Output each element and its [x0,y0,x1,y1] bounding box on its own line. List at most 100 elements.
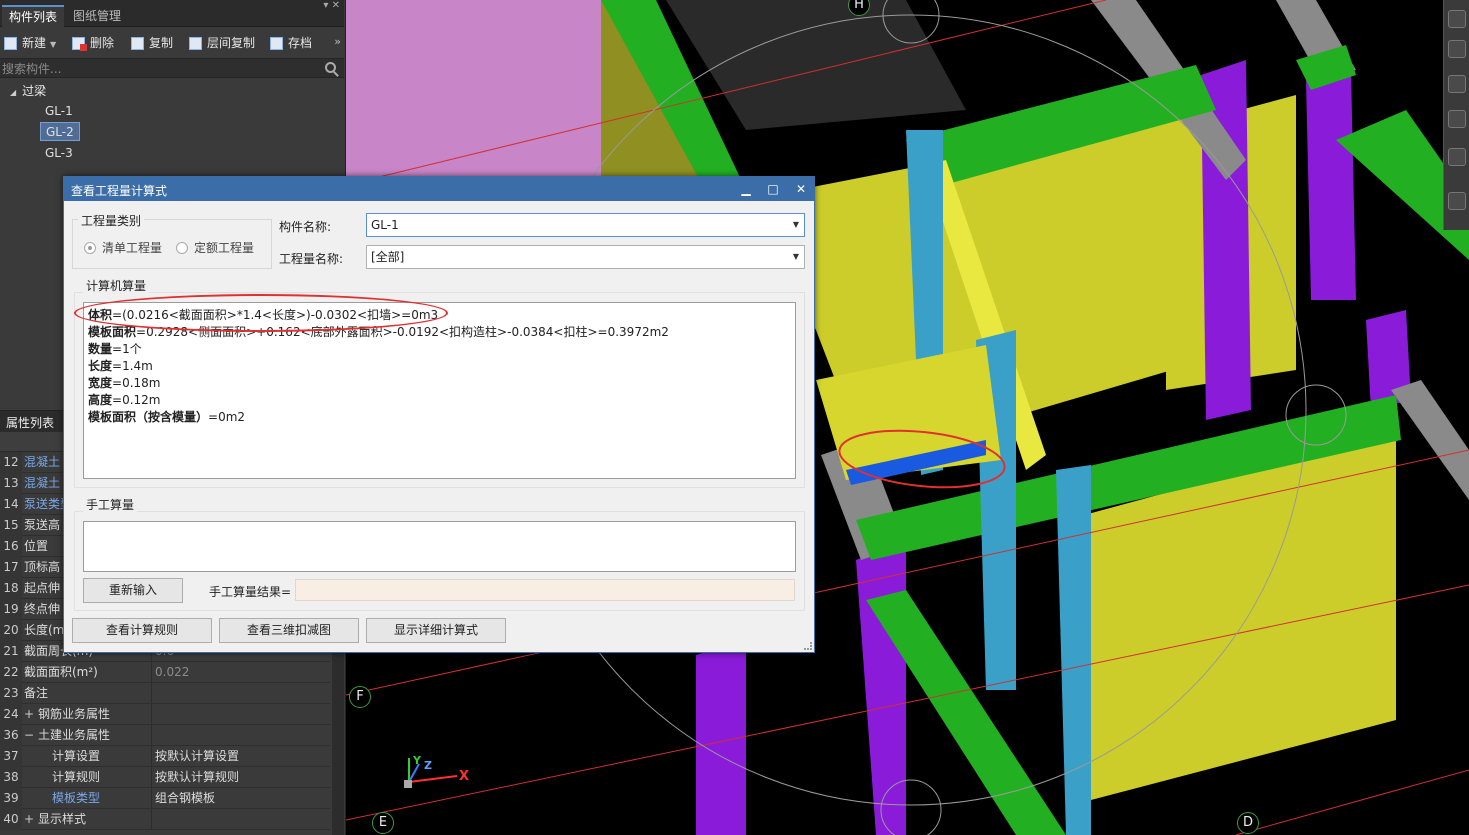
property-name-text: 计算设置 [52,749,101,763]
tree-item-gl-1[interactable]: GL-1 [40,102,78,121]
toolbar-more-icon[interactable]: » [334,35,341,48]
floor-copy-button[interactable]: 层间复制 [189,34,255,52]
property-value[interactable] [151,809,330,830]
close-icon[interactable]: ✕ [793,181,809,197]
pink-wall [346,0,601,180]
property-row[interactable]: 37 计算设置 按默认计算设置 [0,746,330,767]
property-value[interactable]: 按默认计算设置 [151,746,330,767]
radio-dot-icon[interactable] [176,242,188,254]
rotate-icon[interactable] [1448,148,1466,166]
delete-button[interactable]: 删除 [72,34,114,52]
radio-dot-icon[interactable] [84,242,96,254]
view-box-green-icon[interactable] [1448,110,1466,128]
quantity-name-value: [全部] [371,250,405,264]
property-row-number: 24 [0,704,22,725]
collapse-triangle-icon[interactable]: ◢ [10,84,16,102]
search-icon[interactable] [325,62,336,73]
expand-plus-icon[interactable]: + [24,809,38,830]
dialog-titlebar[interactable]: 查看工程量计算式 ▁ □ ✕ [64,177,814,201]
minimize-icon[interactable]: ▁ [738,181,754,197]
grid-view-icon[interactable] [1448,192,1466,210]
property-row[interactable]: 22 截面面积(m²) 0.022 [0,662,330,683]
property-name-text: 计算规则 [52,770,101,784]
property-value[interactable]: 按默认计算规则 [151,767,330,788]
view-rules-button[interactable]: 查看计算规则 [72,618,212,643]
tree-item-gl-3[interactable]: GL-3 [40,144,78,163]
resize-grip-icon[interactable] [804,642,812,650]
tree-node-lintel[interactable]: ◢ 过梁 [10,82,46,100]
property-value[interactable]: 组合钢模板 [151,788,330,809]
property-row[interactable]: 23 备注 [0,683,330,704]
expand-plus-icon[interactable]: + [24,704,38,725]
purple-column-2 [1306,70,1356,300]
chevron-down-icon[interactable]: ▼ [793,214,799,236]
purple-column-4 [856,540,906,835]
formula-line: 宽度=0.18m [88,375,791,392]
property-name-text: 终点伸 [24,602,61,616]
component-name-value: GL-1 [371,218,399,232]
property-name: + 显示样式 [24,809,150,830]
formula-line: 长度=1.4m [88,358,791,375]
panel-tabbar: 构件列表 图纸管理 ▾ ✕ [0,0,344,27]
quantity-formula-dialog: 查看工程量计算式 ▁ □ ✕ 工程量类别 清单工程量 定额工程量 构件名称: G… [63,176,815,653]
property-value[interactable]: 0.022 [151,662,330,683]
delete-label: 删除 [90,36,115,50]
formula-expression: =0.18m [112,376,161,390]
view-cube-icon[interactable] [1448,40,1466,58]
formula-expression: =1.4m [112,359,153,373]
copy-button[interactable]: 复制 [131,34,173,52]
quantity-name-label: 工程量名称: [279,252,344,266]
collapse-minus-icon[interactable]: − [24,725,38,746]
quantity-name-select[interactable]: [全部] ▼ [366,245,805,269]
tab-drawing-management[interactable]: 图纸管理 [66,5,128,27]
manual-quantity-label: 手工算量 [83,496,138,513]
formula-key: 宽度 [88,376,113,390]
property-row-number: 37 [0,746,22,767]
manual-result-field[interactable] [295,579,795,601]
search-input[interactable] [2,60,318,77]
property-row[interactable]: 40 + 显示样式 [0,809,330,830]
view-box-icon[interactable] [1448,75,1466,93]
panel-pin-icon[interactable]: ▾ ✕ [323,0,340,11]
view-sphere-icon[interactable] [1448,10,1466,28]
formula-line: 模板面积（按含模量）=0m2 [88,409,791,426]
delete-icon [72,37,87,51]
gizmo-x-label: X [459,769,470,784]
property-row[interactable]: 38 计算规则 按默认计算规则 [0,767,330,788]
tab-component-list[interactable]: 构件列表 [2,5,65,27]
new-button[interactable]: 新建 ▼ [4,34,56,52]
axis-gizmo: Y Z X [379,752,479,802]
property-row-number: 21 [0,641,22,662]
tree-item-gl-2[interactable]: GL-2 [40,122,80,141]
axis-label-e: E [372,812,394,834]
formula-line: 高度=0.12m [88,392,791,409]
radio-quota-quantity[interactable]: 定额工程量 [176,239,254,257]
view-3d-deduction-button[interactable]: 查看三维扣减图 [219,618,359,643]
copy-icon [131,37,144,50]
component-name-select[interactable]: GL-1 ▼ [366,213,805,237]
property-row-number: 36 [0,725,22,746]
reinput-button[interactable]: 重新输入 [83,578,183,603]
archive-button[interactable]: 存档 [270,34,312,52]
manual-result-label: 手工算量结果= [209,585,292,599]
property-value[interactable] [151,683,330,704]
property-name-text: 显示样式 [38,812,87,826]
property-row[interactable]: 36− 土建业务属性 [0,725,330,746]
gizmo-arrows [404,758,458,788]
property-value[interactable] [151,725,330,746]
property-name: 计算规则 [24,767,150,788]
formula-key: 模板面积（按含模量） [88,410,209,424]
property-row-number: 12 [0,452,22,473]
property-row[interactable]: 39 模板类型 组合钢模板 [0,788,330,809]
manual-formula-input[interactable] [83,521,796,572]
property-value[interactable] [151,704,330,725]
chevron-down-icon[interactable]: ▼ [50,36,56,54]
formula-key: 长度 [88,359,113,373]
gray-frame-3 [1391,380,1469,500]
property-name-text: 模板类型 [52,791,101,805]
chevron-down-icon[interactable]: ▼ [793,246,799,268]
property-row[interactable]: 24 + 钢筋业务属性 [0,704,330,725]
maximize-icon[interactable]: □ [765,181,781,197]
show-detail-formula-button[interactable]: 显示详细计算式 [366,618,506,643]
radio-list-quantity[interactable]: 清单工程量 [84,239,162,257]
